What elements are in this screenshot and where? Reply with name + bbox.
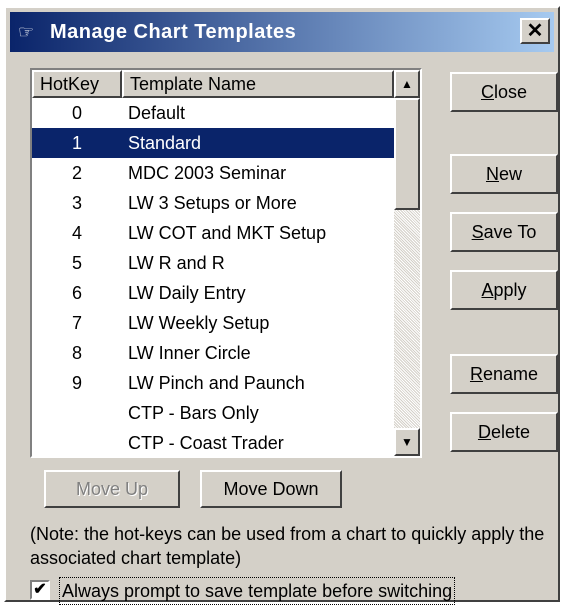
rename-button[interactable]: Rename	[450, 354, 558, 394]
hotkey-cell: 5	[71, 253, 82, 273]
hotkey-note: (Note: the hot-keys can be used from a c…	[30, 524, 545, 568]
table-row[interactable]: 8 LW Inner Circle	[32, 338, 394, 368]
table-row-selected[interactable]: 1 Standard	[32, 128, 394, 158]
table-row[interactable]: 9 LW Pinch and Paunch	[32, 368, 394, 398]
scroll-up-arrow-icon[interactable]: ▲	[394, 70, 420, 98]
templates-list[interactable]: HotKey Template Name 0 Default 1 Standard 2 M…	[30, 68, 422, 458]
template-name-cell: LW Pinch and Paunch	[128, 373, 305, 393]
template-name-cell: LW R and R	[128, 253, 225, 273]
table-row[interactable]: CTP - Bars Only	[32, 398, 394, 428]
hotkey-cell: 4	[71, 223, 82, 243]
template-name-cell: CTP - Bars Only	[128, 403, 259, 423]
column-header-hotkey[interactable]: HotKey	[32, 70, 122, 98]
table-row[interactable]: 2 MDC 2003 Seminar	[32, 158, 394, 188]
close-button[interactable]: Close	[450, 72, 558, 112]
hotkey-cell: 8	[71, 343, 82, 363]
delete-button[interactable]: Delete	[450, 412, 558, 452]
move-up-button[interactable]: Move Up	[44, 470, 180, 508]
always-prompt-checkbox[interactable]: ✔	[30, 580, 50, 600]
vertical-scrollbar[interactable]: ▲ ▼	[394, 70, 420, 456]
template-name-cell: Standard	[128, 133, 202, 153]
template-name-cell: LW 3 Setups or More	[128, 193, 297, 213]
hotkey-cell: 1	[71, 133, 82, 153]
manage-chart-templates-dialog: ☞ Manage Chart Templates ✕ HotKey Templa…	[4, 6, 560, 605]
hotkey-cell: 3	[71, 193, 82, 213]
apply-button[interactable]: Apply	[450, 270, 558, 310]
table-row[interactable]: 4 LW COT and MKT Setup	[32, 218, 394, 248]
scroll-thumb[interactable]	[394, 98, 420, 210]
template-name-cell: Default	[128, 103, 186, 123]
table-row[interactable]: CTP - Coast Trader	[32, 428, 394, 456]
window-title: Manage Chart Templates	[50, 21, 297, 43]
hotkey-cell: 7	[71, 313, 82, 333]
hotkey-cell: 2	[71, 163, 82, 183]
hotkey-cell: 6	[71, 283, 82, 303]
title-bar[interactable]: ☞ Manage Chart Templates ✕	[10, 12, 554, 52]
always-prompt-label[interactable]: Always prompt to save template before sw…	[58, 577, 456, 605]
list-rows: 0 Default 1 Standard 2 MDC 2003 Seminar 3 LW 3 …	[32, 98, 394, 456]
template-name-cell: LW Inner Circle	[128, 343, 251, 363]
table-row[interactable]: 3 LW 3 Setups or More	[32, 188, 394, 218]
table-row[interactable]: 5 LW R and R	[32, 248, 394, 278]
table-row[interactable]: 7 LW Weekly Setup	[32, 308, 394, 338]
template-name-cell: LW Daily Entry	[128, 283, 246, 303]
template-name-cell: LW COT and MKT Setup	[128, 223, 327, 243]
template-name-cell: CTP - Coast Trader	[128, 433, 284, 453]
hotkey-cell: 9	[71, 373, 82, 393]
list-header: HotKey Template Name	[32, 70, 394, 98]
hand-pointer-icon: ☞	[18, 22, 35, 42]
column-header-template-name[interactable]: Template Name	[122, 70, 394, 98]
table-row[interactable]: 6 LW Daily Entry	[32, 278, 394, 308]
scroll-down-arrow-icon[interactable]: ▼	[394, 428, 420, 456]
new-button[interactable]: New	[450, 154, 558, 194]
template-name-cell: LW Weekly Setup	[128, 313, 270, 333]
template-name-cell: MDC 2003 Seminar	[128, 163, 287, 183]
window-close-button[interactable]: ✕	[520, 18, 550, 44]
hotkey-cell: 0	[71, 103, 82, 123]
table-row[interactable]: 0 Default	[32, 98, 394, 128]
move-down-button[interactable]: Move Down	[200, 470, 342, 508]
save-to-button[interactable]: Save To	[450, 212, 558, 252]
